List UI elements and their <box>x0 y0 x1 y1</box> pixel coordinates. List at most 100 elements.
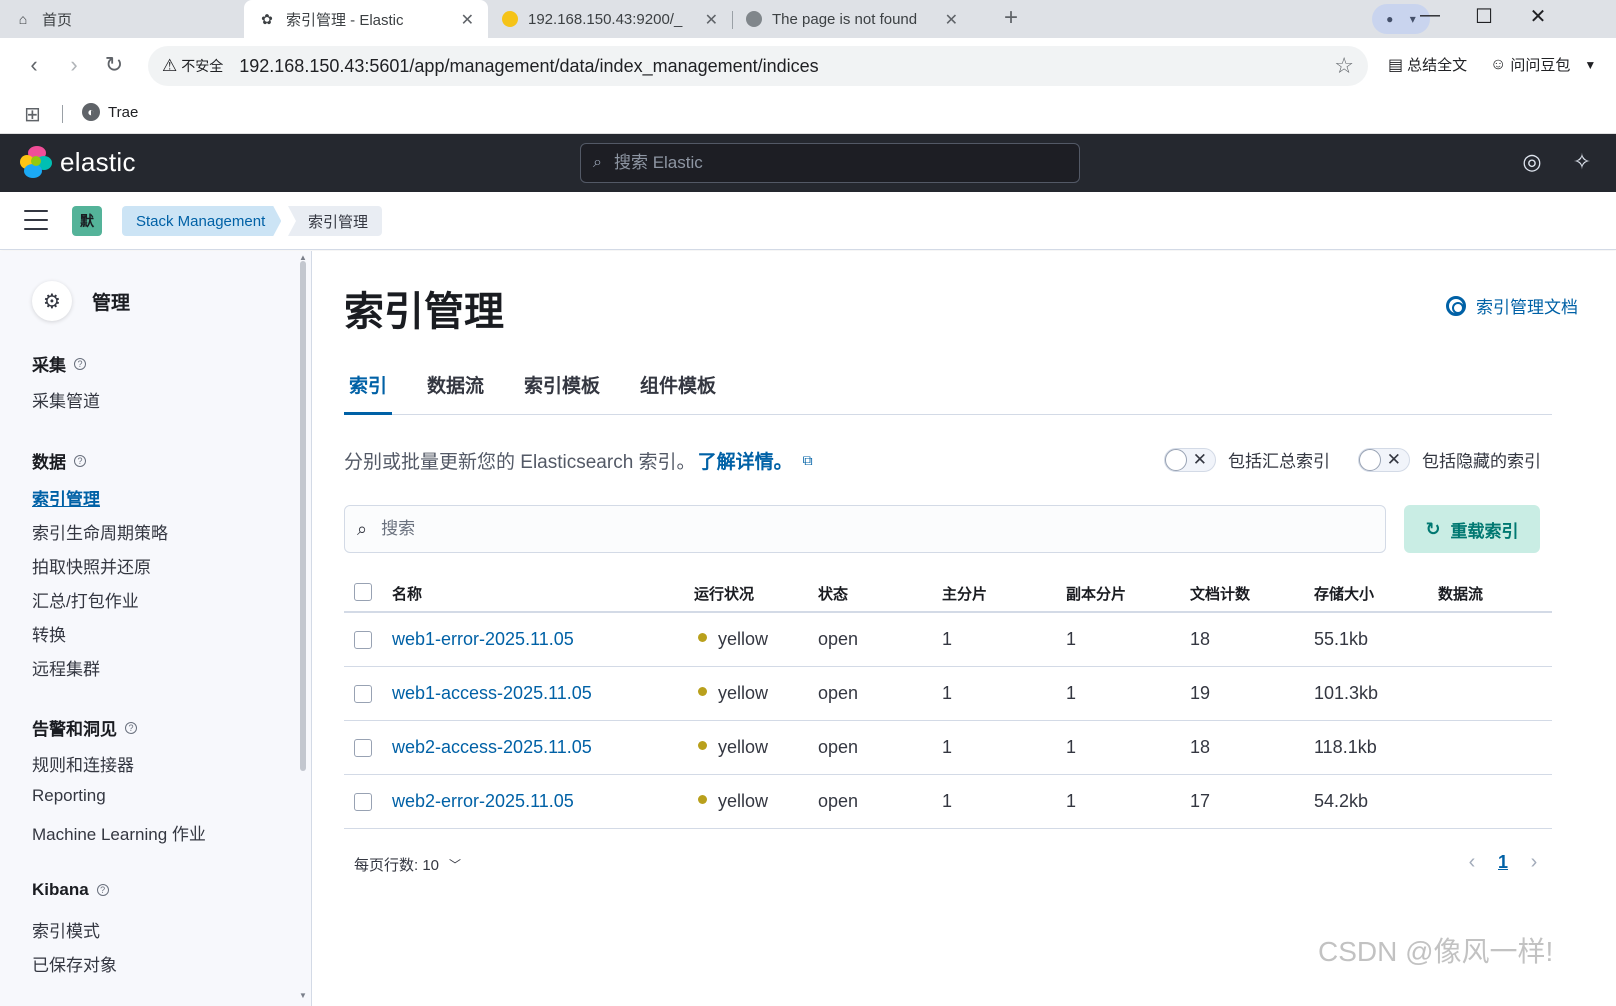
help-icon[interactable]: ? <box>74 454 86 467</box>
next-page-icon[interactable]: › <box>1522 851 1546 874</box>
index-name-link[interactable]: web2-error-2025.11.05 <box>392 791 574 812</box>
index-name-link[interactable]: web1-error-2025.11.05 <box>392 629 574 650</box>
index-name-link[interactable]: web1-access-2025.11.05 <box>392 683 592 704</box>
sidebar-item-snapshot[interactable]: 拍取快照并还原 <box>32 553 151 578</box>
row-checkbox[interactable] <box>354 793 372 811</box>
maximize-button[interactable]: ☐ <box>1464 4 1504 29</box>
rows-per-page-select[interactable]: 每页行数: 10 ﹀ <box>354 854 461 875</box>
insecure-indicator[interactable]: ⚠ 不安全 <box>162 56 223 76</box>
url-text[interactable]: 192.168.150.43:5601/app/management/data/… <box>239 56 818 77</box>
reload-indices-button[interactable]: ↻ 重载索引 <box>1404 505 1540 553</box>
status-cell: open <box>818 683 859 703</box>
toggle-switch[interactable]: ✕ <box>1164 447 1216 472</box>
sidebar-item-reporting[interactable]: Reporting <box>32 786 106 806</box>
doubao-extension[interactable]: ☺ 问问豆包 ▼ <box>1490 54 1596 75</box>
elastic-logo-icon <box>20 146 52 178</box>
tab-component-templates[interactable]: 组件模板 <box>635 371 721 415</box>
forward-button[interactable]: › <box>60 52 88 78</box>
column-header-name[interactable]: 名称 <box>392 583 422 604</box>
index-management-docs-link[interactable]: 索引管理文档 <box>1446 293 1578 318</box>
close-tab-icon[interactable]: ✕ <box>705 10 718 30</box>
index-search[interactable]: ⌕ <box>344 505 1386 553</box>
scroll-down-icon[interactable]: ▼ <box>299 991 307 1000</box>
index-name-link[interactable]: web2-access-2025.11.05 <box>392 737 592 758</box>
table-row: web2-access-2025.11.05 yellow open 1 1 1… <box>344 721 1552 775</box>
toggle-label: 包括汇总索引 <box>1228 452 1330 471</box>
tab-indices[interactable]: 索引 <box>344 371 393 415</box>
table-header: 名称 运行状况 状态 主分片 副本分片 文档计数 存储大小 数据流 <box>344 573 1552 613</box>
new-tab-button[interactable]: + <box>1004 4 1018 32</box>
close-window-button[interactable]: ✕ <box>1518 4 1558 29</box>
sidebar-item-index-management[interactable]: 索引管理 <box>32 485 100 510</box>
browser-tab-notfound[interactable]: The page is not found ✕ <box>732 0 972 38</box>
page-number[interactable]: 1 <box>1498 852 1508 873</box>
sidebar-item-transform[interactable]: 转换 <box>32 621 66 646</box>
home-icon: ⌂ <box>18 11 28 27</box>
sidebar-item-saved-objects[interactable]: 已保存对象 <box>32 951 117 976</box>
browser-tab-kibana[interactable]: ✿ 索引管理 - Elastic ✕ <box>244 0 488 38</box>
global-search[interactable]: ⌕ <box>580 143 1080 183</box>
toggle-switch[interactable]: ✕ <box>1358 447 1410 472</box>
news-icon[interactable]: ✧ <box>1568 149 1596 175</box>
column-header-status[interactable]: 状态 <box>818 583 848 604</box>
external-link-icon: ⧉ <box>802 452 813 468</box>
index-search-input[interactable] <box>381 519 1342 539</box>
omnibox[interactable]: ⚠ 不安全 192.168.150.43:5601/app/management… <box>148 46 1368 86</box>
bookmark-trae[interactable]: ◐ Trae <box>82 103 138 121</box>
status-cell: open <box>818 737 859 757</box>
sidebar-item-ingest-pipelines[interactable]: 采集管道 <box>32 387 100 412</box>
sidebar-item-ilm[interactable]: 索引生命周期策略 <box>32 519 168 544</box>
menu-icon[interactable] <box>24 210 48 230</box>
sidebar-item-index-patterns[interactable]: 索引模式 <box>32 917 100 942</box>
sidebar-item-rollup[interactable]: 汇总/打包作业 <box>32 587 139 612</box>
apps-grid-icon[interactable]: ⊞ <box>24 102 41 127</box>
include-rollup-toggle[interactable]: ✕ 包括汇总索引 <box>1164 447 1330 472</box>
search-icon: ⌕ <box>593 154 602 171</box>
close-tab-icon[interactable]: ✕ <box>461 10 474 30</box>
reload-page-button[interactable]: ↻ <box>100 52 128 78</box>
back-button[interactable]: ‹ <box>20 52 48 78</box>
select-all-checkbox[interactable] <box>354 583 372 601</box>
sidebar-item-ml-jobs[interactable]: Machine Learning 作业 <box>32 820 206 845</box>
column-header-data-stream[interactable]: 数据流 <box>1438 583 1483 604</box>
column-header-size[interactable]: 存储大小 <box>1314 583 1374 604</box>
tab-index-templates[interactable]: 索引模板 <box>519 371 605 415</box>
include-hidden-toggle[interactable]: ✕ 包括隐藏的索引 <box>1358 447 1541 472</box>
prev-page-icon[interactable]: ‹ <box>1460 851 1484 874</box>
sidebar-group-kibana: Kibana? <box>32 880 109 900</box>
global-search-input[interactable] <box>613 153 1054 173</box>
row-checkbox[interactable] <box>354 631 372 649</box>
learn-more-link[interactable]: 了解详情。 <box>698 447 793 474</box>
kibana-header: elastic ⌕ ◎ ✧ <box>0 134 1616 192</box>
bookmark-star-icon[interactable]: ☆ <box>1334 53 1354 79</box>
space-avatar[interactable]: 默 <box>72 206 102 236</box>
lifebuoy-icon <box>1446 295 1466 316</box>
watermark: CSDN @像风一样! <box>1318 936 1554 967</box>
breadcrumb-stack-management[interactable]: Stack Management <box>122 206 281 236</box>
column-header-replicas[interactable]: 副本分片 <box>1066 583 1126 604</box>
help-icon[interactable]: ? <box>125 721 137 734</box>
breadcrumb-current: 索引管理 <box>288 206 383 236</box>
row-checkbox[interactable] <box>354 685 372 703</box>
group-label: 采集 <box>32 356 66 375</box>
help-icon[interactable]: ? <box>96 884 109 896</box>
column-header-docs[interactable]: 文档计数 <box>1190 583 1250 604</box>
sidebar-scrollbar[interactable] <box>300 261 306 771</box>
bookmarks-bar: ⊞ ◐ Trae <box>0 94 1616 134</box>
row-checkbox[interactable] <box>354 739 372 757</box>
column-header-health[interactable]: 运行状况 <box>694 583 754 604</box>
browser-tab-es[interactable]: 192.168.150.43:9200/_ ✕ <box>488 0 732 38</box>
sidebar-title: 管理 <box>92 292 131 314</box>
elastic-logo[interactable]: elastic <box>20 146 136 178</box>
close-tab-icon[interactable]: ✕ <box>945 10 958 30</box>
sidebar-item-rules[interactable]: 规则和连接器 <box>32 751 134 776</box>
summary-extension[interactable]: ▤ 总结全文 <box>1388 54 1467 75</box>
tab-data-streams[interactable]: 数据流 <box>422 371 489 415</box>
help-icon[interactable]: ? <box>74 357 86 370</box>
minimize-button[interactable]: — <box>1410 4 1450 27</box>
summary-label: 总结全文 <box>1407 57 1468 74</box>
column-header-primaries[interactable]: 主分片 <box>942 583 987 604</box>
help-icon[interactable]: ◎ <box>1518 149 1546 175</box>
sidebar-item-remote-clusters[interactable]: 远程集群 <box>32 655 100 680</box>
browser-tab-home[interactable]: ⌂ 首页 <box>0 0 244 38</box>
